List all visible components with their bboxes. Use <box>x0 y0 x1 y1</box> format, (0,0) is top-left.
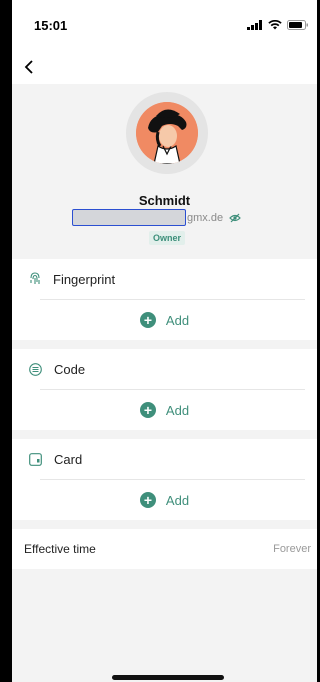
status-icons <box>247 20 309 30</box>
section-header: Code <box>12 349 317 389</box>
profile-header: Schmidt gmx.de Owner <box>12 84 317 259</box>
add-label: Add <box>165 492 190 508</box>
role-badge: Owner <box>149 231 186 245</box>
section-code: Code + Add <box>12 349 317 430</box>
section-label: Fingerprint <box>53 271 116 287</box>
avatar-ring <box>126 92 208 174</box>
phone-screen: 15:01 Schmidt gmx.de Owner Fingerprint +… <box>12 0 317 682</box>
section-card: Card + Add <box>12 439 317 520</box>
section-gap <box>12 520 317 529</box>
signal-icon <box>247 20 262 30</box>
section-gap <box>12 340 317 349</box>
eye-hidden-icon <box>229 213 241 222</box>
wifi-icon <box>268 20 282 30</box>
nav-bar <box>12 50 317 84</box>
plus-icon: + <box>139 402 156 418</box>
avatar <box>136 102 198 164</box>
section-label: Card <box>54 451 83 467</box>
add-code-button[interactable]: + Add <box>12 390 317 430</box>
status-bar: 15:01 <box>12 0 317 50</box>
user-name: Schmidt <box>138 193 191 208</box>
home-indicator <box>112 675 224 680</box>
email-row: gmx.de <box>72 209 241 226</box>
section-header: Card <box>12 439 317 479</box>
effective-time-label: Effective time <box>24 542 96 556</box>
add-card-button[interactable]: + Add <box>12 480 317 520</box>
email-redacted-field <box>72 209 186 226</box>
toggle-visibility-button[interactable] <box>229 213 241 223</box>
section-label: Code <box>54 361 86 377</box>
battery-icon <box>287 20 308 30</box>
fingerprint-icon <box>30 272 40 284</box>
plus-icon: + <box>139 492 156 508</box>
back-button[interactable] <box>24 57 44 77</box>
section-header: Fingerprint <box>12 259 317 299</box>
add-label: Add <box>165 402 190 418</box>
chevron-left-icon <box>24 60 33 74</box>
add-label: Add <box>165 312 190 328</box>
plus-icon: + <box>139 312 156 328</box>
effective-time-row[interactable]: Effective time Forever <box>12 529 317 569</box>
section-fingerprint: Fingerprint + Add <box>12 259 317 340</box>
keypad-icon <box>29 362 42 376</box>
email-suffix: gmx.de <box>187 211 224 224</box>
card-icon <box>29 452 42 466</box>
add-fingerprint-button[interactable]: + Add <box>12 300 317 340</box>
effective-time-value: Forever <box>273 543 311 555</box>
avatar-illustration-icon <box>136 102 198 164</box>
status-time: 15:01 <box>34 17 68 33</box>
section-gap <box>12 430 317 439</box>
